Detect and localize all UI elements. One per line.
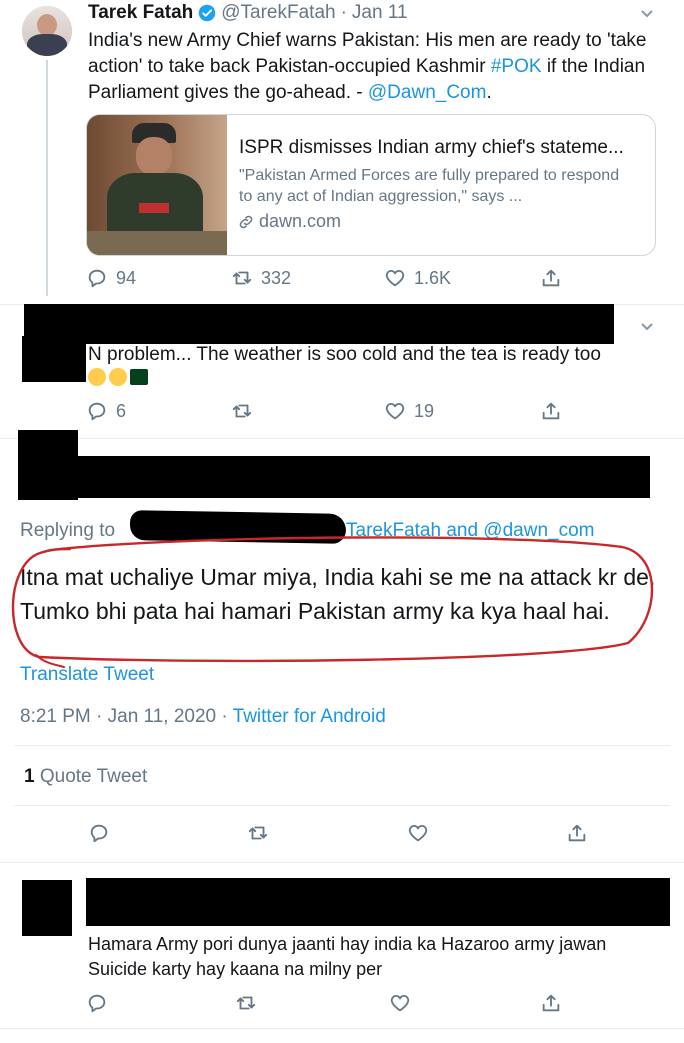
like-button[interactable] (407, 822, 429, 844)
share-button[interactable] (540, 400, 562, 422)
retweet-icon (248, 826, 268, 840)
reply-icon (88, 402, 106, 421)
replying-to-mentions[interactable]: TarekFatah and @dawn_com (346, 520, 594, 542)
main-tweet-text: Itna mat uchaliye Umar miya, India kahi … (20, 564, 656, 624)
share-icon (542, 269, 560, 287)
tweet1-header: Tarek Fatah @TarekFatah · Jan 11 (88, 0, 408, 26)
reply-button[interactable]: 94 (86, 267, 136, 289)
replying-to-label: Replying to (20, 520, 116, 541)
chevron-down-icon[interactable] (639, 5, 655, 26)
thread-line (46, 60, 48, 296)
redaction-bar (24, 304, 614, 344)
tweet2-text: N problem... The weather is soo cold and… (88, 344, 601, 365)
like-button[interactable] (389, 992, 411, 1014)
tweet1-text: India's new Army Chief warns Pakistan: H… (88, 30, 647, 103)
retweet-icon (232, 404, 252, 418)
pakistan-flag-icon (130, 369, 148, 385)
share-icon (542, 402, 560, 420)
reply-icon (88, 994, 106, 1013)
quote-count: 1 (24, 766, 35, 787)
like-icon (390, 995, 410, 1012)
tweet-date[interactable]: Jan 11 (352, 2, 408, 24)
like-icon (385, 403, 405, 420)
timestamp[interactable]: 8:21 PM · Jan 11, 2020 · (20, 706, 233, 727)
redaction-avatar (22, 880, 72, 936)
retweet-button[interactable]: 332 (231, 267, 291, 289)
redaction-avatar (18, 430, 78, 500)
link-icon (237, 213, 255, 231)
mention-link[interactable]: @Dawn_Com (368, 82, 487, 103)
reply-button[interactable] (88, 822, 110, 844)
author-handle[interactable]: @TarekFatah (221, 2, 335, 24)
grinning-emoji-icon (88, 368, 106, 386)
quote-label: Quote Tweet (34, 766, 148, 787)
divider (0, 438, 684, 439)
like-button[interactable]: 19 (384, 400, 434, 422)
retweet-icon (236, 996, 256, 1010)
retweet-button[interactable] (235, 992, 257, 1014)
share-icon (542, 994, 560, 1012)
reply-count: 6 (116, 400, 127, 421)
card-domain-row: dawn.com (237, 211, 341, 232)
avatar-tarek-fatah[interactable] (22, 6, 72, 56)
tweet4-text: Hamara Army pori dunya jaanti hay india … (88, 934, 607, 979)
like-button[interactable]: 1.6K (384, 267, 451, 289)
like-count: 19 (414, 400, 435, 421)
divider (0, 1028, 684, 1029)
share-button[interactable] (566, 822, 588, 844)
quote-tweets-link[interactable]: 1 Quote Tweet (24, 766, 147, 788)
retweet-icon (232, 271, 252, 285)
like-icon (408, 825, 428, 842)
redaction-bar (86, 878, 670, 926)
grinning-emoji-icon (109, 368, 127, 386)
share-button[interactable] (540, 267, 562, 289)
timestamp-row: 8:21 PM · Jan 11, 2020 · Twitter for And… (20, 706, 386, 728)
redaction-bar (78, 456, 650, 498)
card-description: "Pakistan Armed Forces are fully prepare… (239, 167, 620, 205)
hashtag-link[interactable]: #POK (491, 56, 542, 77)
divider (14, 805, 670, 806)
divider (0, 862, 684, 863)
like-icon (385, 270, 405, 287)
share-button[interactable] (540, 992, 562, 1014)
emoji-row (88, 368, 148, 386)
author-name[interactable]: Tarek Fatah (88, 2, 193, 24)
card-domain: dawn.com (259, 211, 342, 231)
translate-tweet-link[interactable]: Translate Tweet (20, 664, 154, 686)
retweet-button[interactable] (247, 822, 269, 844)
like-count: 1.6K (414, 267, 452, 288)
card-title: ISPR dismisses Indian army chief's state… (239, 137, 624, 158)
retweet-button[interactable] (231, 400, 253, 422)
reply-button[interactable]: 6 (86, 400, 126, 422)
reply-icon (90, 824, 108, 843)
separator-dot: · (340, 2, 347, 23)
chevron-down-icon[interactable] (639, 318, 655, 339)
reply-button[interactable] (86, 992, 108, 1014)
replying-to-row: Replying to TarekFatah and @dawn_com (20, 520, 594, 542)
redaction-avatar (22, 336, 86, 382)
reply-icon (88, 269, 106, 288)
source-link[interactable]: Twitter for Android (233, 706, 386, 727)
redaction-scribble (129, 510, 347, 544)
reply-count: 94 (116, 267, 137, 288)
link-card[interactable]: ISPR dismisses Indian army chief's state… (86, 114, 656, 256)
divider (14, 745, 670, 746)
share-icon (568, 824, 586, 842)
verified-icon (198, 4, 216, 22)
card-image (87, 115, 227, 255)
retweet-count: 332 (261, 267, 292, 288)
